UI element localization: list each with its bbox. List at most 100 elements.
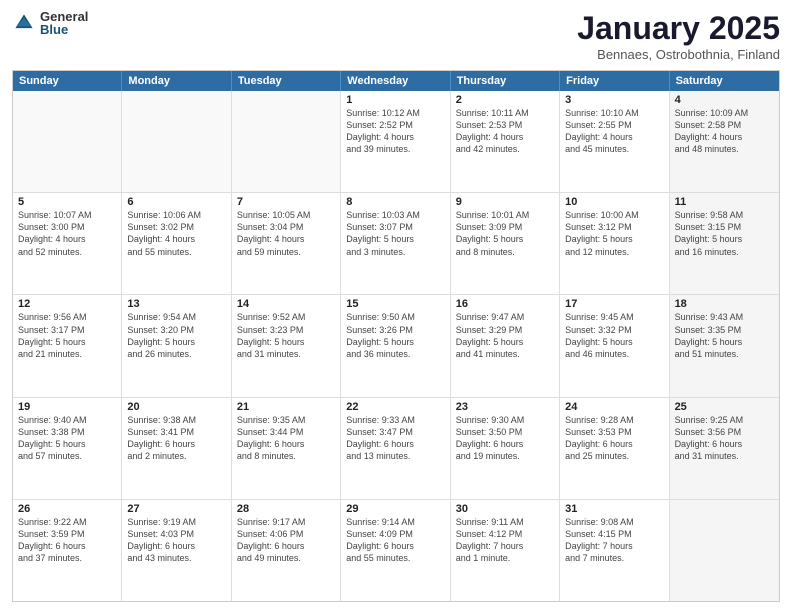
day-number: 10 bbox=[565, 196, 663, 208]
day-number: 17 bbox=[565, 298, 663, 310]
day-number: 12 bbox=[18, 298, 116, 310]
day-cell-2: 2Sunrise: 10:11 AM Sunset: 2:53 PM Dayli… bbox=[451, 91, 560, 192]
day-headers: SundayMondayTuesdayWednesdayThursdayFrid… bbox=[13, 71, 779, 91]
day-number: 29 bbox=[346, 503, 444, 515]
day-header-tuesday: Tuesday bbox=[232, 71, 341, 91]
day-info: Sunrise: 10:00 AM Sunset: 3:12 PM Daylig… bbox=[565, 209, 663, 258]
day-cell-7: 7Sunrise: 10:05 AM Sunset: 3:04 PM Dayli… bbox=[232, 193, 341, 294]
day-info: Sunrise: 9:56 AM Sunset: 3:17 PM Dayligh… bbox=[18, 311, 116, 360]
day-header-monday: Monday bbox=[122, 71, 231, 91]
day-cell-1: 1Sunrise: 10:12 AM Sunset: 2:52 PM Dayli… bbox=[341, 91, 450, 192]
day-number: 25 bbox=[675, 401, 774, 413]
day-cell-22: 22Sunrise: 9:33 AM Sunset: 3:47 PM Dayli… bbox=[341, 398, 450, 499]
day-header-sunday: Sunday bbox=[13, 71, 122, 91]
day-cell-16: 16Sunrise: 9:47 AM Sunset: 3:29 PM Dayli… bbox=[451, 295, 560, 396]
day-info: Sunrise: 9:22 AM Sunset: 3:59 PM Dayligh… bbox=[18, 516, 116, 565]
day-cell-27: 27Sunrise: 9:19 AM Sunset: 4:03 PM Dayli… bbox=[122, 500, 231, 601]
day-number: 2 bbox=[456, 94, 554, 106]
day-info: Sunrise: 9:50 AM Sunset: 3:26 PM Dayligh… bbox=[346, 311, 444, 360]
day-info: Sunrise: 9:54 AM Sunset: 3:20 PM Dayligh… bbox=[127, 311, 225, 360]
day-number: 14 bbox=[237, 298, 335, 310]
day-number: 22 bbox=[346, 401, 444, 413]
day-info: Sunrise: 10:05 AM Sunset: 3:04 PM Daylig… bbox=[237, 209, 335, 258]
day-cell-17: 17Sunrise: 9:45 AM Sunset: 3:32 PM Dayli… bbox=[560, 295, 669, 396]
day-info: Sunrise: 9:11 AM Sunset: 4:12 PM Dayligh… bbox=[456, 516, 554, 565]
day-info: Sunrise: 9:58 AM Sunset: 3:15 PM Dayligh… bbox=[675, 209, 774, 258]
week-row-3: 12Sunrise: 9:56 AM Sunset: 3:17 PM Dayli… bbox=[13, 294, 779, 396]
day-info: Sunrise: 9:19 AM Sunset: 4:03 PM Dayligh… bbox=[127, 516, 225, 565]
day-cell-5: 5Sunrise: 10:07 AM Sunset: 3:00 PM Dayli… bbox=[13, 193, 122, 294]
day-cell-empty bbox=[232, 91, 341, 192]
day-number: 23 bbox=[456, 401, 554, 413]
day-cell-10: 10Sunrise: 10:00 AM Sunset: 3:12 PM Dayl… bbox=[560, 193, 669, 294]
day-number: 15 bbox=[346, 298, 444, 310]
day-number: 3 bbox=[565, 94, 663, 106]
day-info: Sunrise: 10:03 AM Sunset: 3:07 PM Daylig… bbox=[346, 209, 444, 258]
day-cell-15: 15Sunrise: 9:50 AM Sunset: 3:26 PM Dayli… bbox=[341, 295, 450, 396]
day-number: 16 bbox=[456, 298, 554, 310]
day-number: 6 bbox=[127, 196, 225, 208]
day-info: Sunrise: 9:43 AM Sunset: 3:35 PM Dayligh… bbox=[675, 311, 774, 360]
day-info: Sunrise: 9:30 AM Sunset: 3:50 PM Dayligh… bbox=[456, 414, 554, 463]
calendar-weeks: 1Sunrise: 10:12 AM Sunset: 2:52 PM Dayli… bbox=[13, 91, 779, 601]
page-header: General Blue January 2025 Bennaes, Ostro… bbox=[12, 10, 780, 62]
day-cell-9: 9Sunrise: 10:01 AM Sunset: 3:09 PM Dayli… bbox=[451, 193, 560, 294]
day-header-saturday: Saturday bbox=[670, 71, 779, 91]
day-info: Sunrise: 9:33 AM Sunset: 3:47 PM Dayligh… bbox=[346, 414, 444, 463]
day-cell-14: 14Sunrise: 9:52 AM Sunset: 3:23 PM Dayli… bbox=[232, 295, 341, 396]
location-subtitle: Bennaes, Ostrobothnia, Finland bbox=[577, 47, 780, 62]
calendar: SundayMondayTuesdayWednesdayThursdayFrid… bbox=[12, 70, 780, 602]
week-row-5: 26Sunrise: 9:22 AM Sunset: 3:59 PM Dayli… bbox=[13, 499, 779, 601]
day-number: 30 bbox=[456, 503, 554, 515]
day-info: Sunrise: 10:10 AM Sunset: 2:55 PM Daylig… bbox=[565, 107, 663, 156]
day-cell-11: 11Sunrise: 9:58 AM Sunset: 3:15 PM Dayli… bbox=[670, 193, 779, 294]
day-info: Sunrise: 9:14 AM Sunset: 4:09 PM Dayligh… bbox=[346, 516, 444, 565]
day-info: Sunrise: 9:25 AM Sunset: 3:56 PM Dayligh… bbox=[675, 414, 774, 463]
day-info: Sunrise: 9:08 AM Sunset: 4:15 PM Dayligh… bbox=[565, 516, 663, 565]
week-row-1: 1Sunrise: 10:12 AM Sunset: 2:52 PM Dayli… bbox=[13, 91, 779, 192]
day-info: Sunrise: 9:38 AM Sunset: 3:41 PM Dayligh… bbox=[127, 414, 225, 463]
day-number: 31 bbox=[565, 503, 663, 515]
day-cell-empty bbox=[670, 500, 779, 601]
day-cell-21: 21Sunrise: 9:35 AM Sunset: 3:44 PM Dayli… bbox=[232, 398, 341, 499]
day-cell-13: 13Sunrise: 9:54 AM Sunset: 3:20 PM Dayli… bbox=[122, 295, 231, 396]
logo: General Blue bbox=[12, 10, 88, 36]
day-cell-3: 3Sunrise: 10:10 AM Sunset: 2:55 PM Dayli… bbox=[560, 91, 669, 192]
day-number: 1 bbox=[346, 94, 444, 106]
day-info: Sunrise: 10:01 AM Sunset: 3:09 PM Daylig… bbox=[456, 209, 554, 258]
day-header-friday: Friday bbox=[560, 71, 669, 91]
day-number: 28 bbox=[237, 503, 335, 515]
day-info: Sunrise: 9:52 AM Sunset: 3:23 PM Dayligh… bbox=[237, 311, 335, 360]
day-info: Sunrise: 9:47 AM Sunset: 3:29 PM Dayligh… bbox=[456, 311, 554, 360]
day-number: 5 bbox=[18, 196, 116, 208]
day-number: 13 bbox=[127, 298, 225, 310]
day-cell-empty bbox=[13, 91, 122, 192]
day-info: Sunrise: 9:28 AM Sunset: 3:53 PM Dayligh… bbox=[565, 414, 663, 463]
day-cell-31: 31Sunrise: 9:08 AM Sunset: 4:15 PM Dayli… bbox=[560, 500, 669, 601]
logo-icon bbox=[12, 11, 36, 35]
day-number: 24 bbox=[565, 401, 663, 413]
day-cell-8: 8Sunrise: 10:03 AM Sunset: 3:07 PM Dayli… bbox=[341, 193, 450, 294]
day-number: 11 bbox=[675, 196, 774, 208]
day-info: Sunrise: 9:40 AM Sunset: 3:38 PM Dayligh… bbox=[18, 414, 116, 463]
day-info: Sunrise: 9:45 AM Sunset: 3:32 PM Dayligh… bbox=[565, 311, 663, 360]
day-info: Sunrise: 9:35 AM Sunset: 3:44 PM Dayligh… bbox=[237, 414, 335, 463]
day-cell-23: 23Sunrise: 9:30 AM Sunset: 3:50 PM Dayli… bbox=[451, 398, 560, 499]
day-number: 4 bbox=[675, 94, 774, 106]
logo-blue: Blue bbox=[40, 23, 88, 36]
day-header-wednesday: Wednesday bbox=[341, 71, 450, 91]
week-row-4: 19Sunrise: 9:40 AM Sunset: 3:38 PM Dayli… bbox=[13, 397, 779, 499]
day-cell-4: 4Sunrise: 10:09 AM Sunset: 2:58 PM Dayli… bbox=[670, 91, 779, 192]
day-cell-30: 30Sunrise: 9:11 AM Sunset: 4:12 PM Dayli… bbox=[451, 500, 560, 601]
day-cell-12: 12Sunrise: 9:56 AM Sunset: 3:17 PM Dayli… bbox=[13, 295, 122, 396]
day-cell-20: 20Sunrise: 9:38 AM Sunset: 3:41 PM Dayli… bbox=[122, 398, 231, 499]
day-number: 8 bbox=[346, 196, 444, 208]
day-number: 19 bbox=[18, 401, 116, 413]
logo-text: General Blue bbox=[40, 10, 88, 36]
day-cell-24: 24Sunrise: 9:28 AM Sunset: 3:53 PM Dayli… bbox=[560, 398, 669, 499]
day-number: 27 bbox=[127, 503, 225, 515]
day-cell-26: 26Sunrise: 9:22 AM Sunset: 3:59 PM Dayli… bbox=[13, 500, 122, 601]
day-number: 7 bbox=[237, 196, 335, 208]
day-number: 9 bbox=[456, 196, 554, 208]
day-cell-19: 19Sunrise: 9:40 AM Sunset: 3:38 PM Dayli… bbox=[13, 398, 122, 499]
